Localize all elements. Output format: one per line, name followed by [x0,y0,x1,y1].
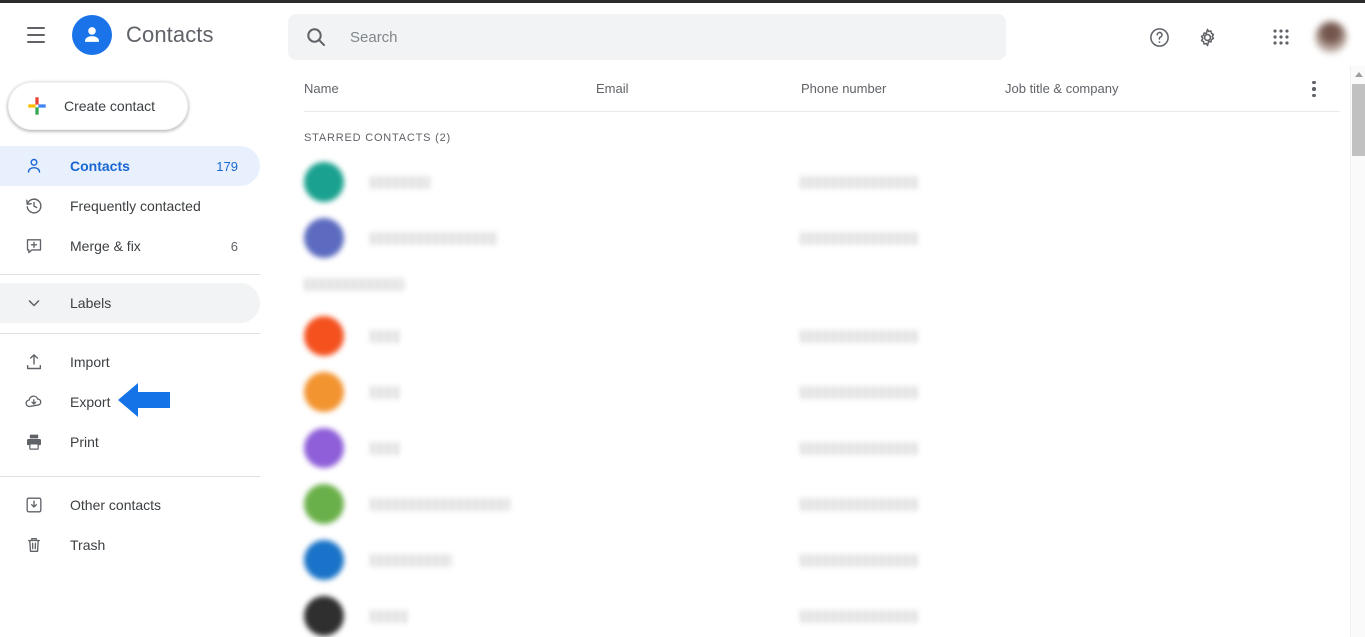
avatar [304,540,344,580]
person-circle-icon [72,14,112,55]
column-header-job[interactable]: Job title & company [1005,81,1118,96]
help-icon[interactable] [1135,14,1183,60]
redacted-phone [800,497,918,511]
redacted-phone [800,609,918,623]
sidebar-item-export[interactable]: Export [0,382,260,422]
redacted-phone [800,175,918,189]
redacted-phone [800,441,918,455]
avatar[interactable] [1315,21,1347,53]
table-row[interactable] [272,532,1365,588]
redacted-name [370,231,498,245]
avatar [304,484,344,524]
header-actions [1135,14,1353,60]
upload-icon [26,354,42,370]
search-icon [307,28,325,46]
redacted-name [370,609,408,623]
sidebar-item-label: Other contacts [70,497,162,513]
sidebar-item-label: Print [70,434,99,450]
column-header-email[interactable]: Email [596,81,629,96]
redacted-phone [800,553,918,567]
sidebar-item-merge-and-fix[interactable]: Merge & fix 6 [0,226,260,266]
app-header: Contacts [0,3,1365,66]
sidebar-item-trash[interactable]: Trash [0,525,260,565]
scroll-thumb[interactable] [1352,84,1365,156]
redacted-name [370,553,452,567]
sidebar-item-label: Import [70,354,110,370]
redacted-name [370,441,400,455]
sidebar-tools-nav: Import Export Print [0,342,272,462]
avatar [304,162,344,202]
sidebar-divider-3 [0,476,260,477]
avatar [304,372,344,412]
table-row[interactable] [272,588,1365,637]
create-contact-label: Create contact [64,98,156,114]
create-contact-button[interactable]: Create contact [8,82,188,130]
sidebar-item-label: Export [70,394,111,410]
sidebar-divider-2 [0,333,260,334]
table-row[interactable] [272,210,1365,266]
sidebar-item-label: Labels [70,295,112,311]
sidebar: Create contact Contacts 179 Frequently c… [0,66,272,637]
apps-grid-icon[interactable] [1257,14,1305,60]
sidebar-item-label: Trash [70,537,106,553]
contacts-app: Contacts Search Create contact Contacts … [0,0,1365,637]
table-row[interactable] [272,476,1365,532]
table-row[interactable] [272,266,1365,308]
column-header-name[interactable]: Name [304,81,339,96]
redacted-name [370,175,430,189]
redacted-name [370,497,510,511]
sidebar-footer-nav: Other contacts Trash [0,485,272,565]
column-header-phone[interactable]: Phone number [801,81,886,96]
redacted-name [370,385,400,399]
avatar [304,428,344,468]
redacted-name [304,278,404,291]
sidebar-item-import[interactable]: Import [0,342,260,382]
hamburger-menu-icon[interactable] [12,11,60,59]
sidebar-item-other-contacts[interactable]: Other contacts [0,485,260,525]
sidebar-item-print[interactable]: Print [0,422,260,462]
table-row[interactable] [272,420,1365,476]
vertical-scrollbar[interactable] [1350,66,1365,637]
table-row[interactable] [272,154,1365,210]
contacts-list [272,154,1365,637]
redacted-phone [800,385,918,399]
app-title: Contacts [126,21,214,47]
scroll-up-arrow[interactable] [1351,66,1365,82]
history-icon [26,198,42,214]
box-down-icon [26,497,42,513]
sidebar-item-count: 6 [230,238,238,254]
more-vert-icon[interactable] [1302,77,1326,101]
table-row[interactable] [272,308,1365,364]
sidebar-item-labels[interactable]: Labels [0,283,260,323]
avatar [304,596,344,636]
trash-icon [28,538,40,552]
search-bar[interactable] [288,14,1006,60]
redacted-phone [800,231,918,245]
table-header-row: Name Email Phone number Job title & comp… [304,66,1340,112]
sidebar-item-frequently-contacted[interactable]: Frequently contacted [0,186,260,226]
chevron-down-icon [28,300,40,307]
sidebar-item-label: Frequently contacted [70,198,201,214]
sidebar-primary-nav: Contacts 179 Frequently contacted Merge … [0,146,272,266]
sidebar-item-contacts[interactable]: Contacts 179 [0,146,260,186]
section-label-starred: STARRED CONTACTS (2) [304,132,451,144]
sidebar-item-label: Contacts [70,158,130,174]
redacted-phone [800,329,918,343]
gear-icon[interactable] [1183,14,1231,60]
contacts-table: Name Email Phone number Job title & comp… [272,66,1365,637]
plus-icon [28,97,46,115]
printer-icon [27,434,41,450]
merge-icon [26,239,42,254]
search-input[interactable] [350,14,950,60]
sidebar-item-label: Merge & fix [70,238,141,254]
person-icon [27,158,41,173]
cloud-download-icon [25,395,42,408]
redacted-name [370,329,400,343]
sidebar-item-count: 179 [216,158,238,174]
avatar [304,218,344,258]
brand: Contacts [72,14,214,55]
table-row[interactable] [272,364,1365,420]
sidebar-divider-1 [0,274,260,275]
avatar [304,316,344,356]
